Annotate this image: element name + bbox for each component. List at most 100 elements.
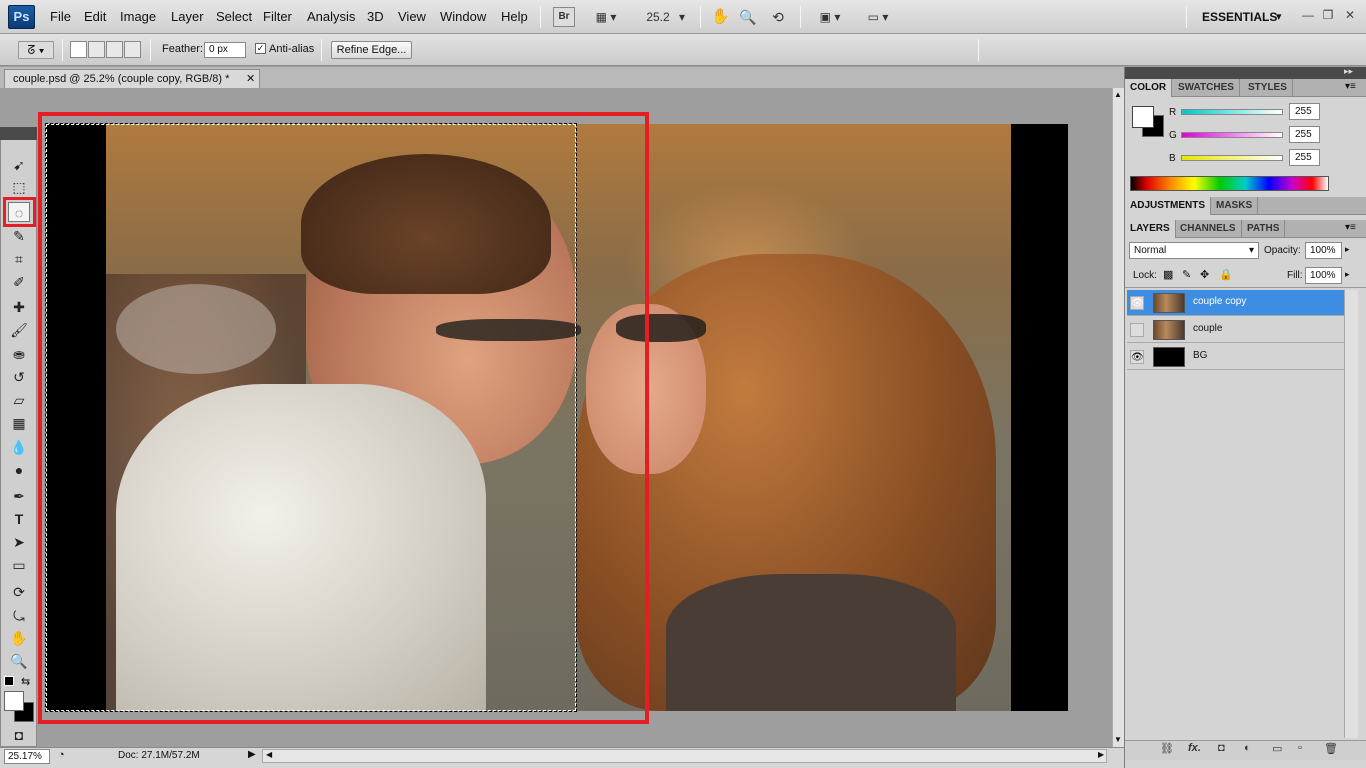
- refine-edge-button[interactable]: Refine Edge...: [331, 41, 412, 59]
- collapse-panels-icon[interactable]: ▸▸: [1344, 66, 1353, 77]
- menu-window[interactable]: Window: [440, 9, 486, 24]
- new-layer-icon[interactable]: ▫: [1298, 742, 1302, 754]
- tool-preset-picker[interactable]: ᘔ ▾: [18, 41, 54, 59]
- gradient-tool-icon[interactable]: ▦: [8, 413, 30, 433]
- vertical-scrollbar[interactable]: [1112, 88, 1124, 748]
- rotate-view-icon[interactable]: ⟲: [767, 7, 789, 27]
- panel-menu-icon[interactable]: ▾≡: [1345, 81, 1356, 92]
- tab-layers[interactable]: LAYERS: [1125, 220, 1176, 238]
- menu-layer[interactable]: Layer: [171, 9, 204, 24]
- eyedropper-tool-icon[interactable]: ✐: [8, 272, 30, 292]
- visibility-eye-icon[interactable]: 👁: [1130, 350, 1144, 364]
- fx-icon[interactable]: fx.: [1188, 742, 1201, 754]
- chevron-down-icon[interactable]: ▾: [1276, 10, 1282, 23]
- tab-adjustments[interactable]: ADJUSTMENTS: [1125, 197, 1212, 215]
- blue-value[interactable]: 255: [1289, 149, 1320, 166]
- workspace-switcher[interactable]: ESSENTIALS: [1202, 10, 1277, 24]
- menu-view[interactable]: View: [398, 9, 426, 24]
- red-track[interactable]: [1181, 109, 1283, 115]
- dodge-tool-icon[interactable]: ●: [8, 460, 30, 480]
- tab-color[interactable]: COLOR: [1125, 79, 1173, 97]
- foreground-color-chip[interactable]: [1132, 106, 1154, 128]
- eraser-tool-icon[interactable]: ▱: [8, 390, 30, 410]
- group-icon[interactable]: ▭: [1272, 742, 1282, 755]
- zoom-tool-icon[interactable]: 🔍: [8, 651, 30, 671]
- tab-paths[interactable]: PATHS: [1242, 220, 1286, 238]
- history-brush-tool-icon[interactable]: ↺: [8, 367, 30, 387]
- add-selection-icon[interactable]: [88, 41, 105, 58]
- feather-input[interactable]: 0 px: [204, 42, 246, 58]
- scroll-up-icon[interactable]: ▲: [1114, 90, 1122, 99]
- scroll-left-icon[interactable]: ◀: [266, 750, 272, 759]
- status-arrow-icon[interactable]: ▶: [248, 749, 256, 760]
- fill-arrow-icon[interactable]: ▸: [1345, 269, 1350, 280]
- type-tool-icon[interactable]: T: [8, 509, 30, 529]
- path-selection-tool-icon[interactable]: ➤: [8, 532, 30, 552]
- green-track[interactable]: [1181, 132, 1283, 138]
- intersect-selection-icon[interactable]: [124, 41, 141, 58]
- subtract-selection-icon[interactable]: [106, 41, 123, 58]
- zoom-field[interactable]: 25.17%: [4, 749, 50, 764]
- restore-icon[interactable]: ❐: [1320, 8, 1336, 22]
- quick-selection-tool-icon[interactable]: ✎: [8, 226, 30, 246]
- layers-scrollbar[interactable]: [1344, 290, 1358, 738]
- red-value[interactable]: 255: [1289, 103, 1320, 120]
- zoom-level[interactable]: 25.2: [645, 7, 671, 27]
- close-tab-icon[interactable]: ✕: [246, 72, 255, 85]
- lock-image-icon[interactable]: ✎: [1182, 268, 1191, 281]
- lock-all-icon[interactable]: 🔒: [1219, 268, 1233, 281]
- opacity-input[interactable]: 100%: [1305, 242, 1342, 259]
- scroll-right-icon[interactable]: ▶: [1098, 750, 1104, 759]
- panel-dock-header[interactable]: [1125, 67, 1366, 79]
- swap-colors-icon[interactable]: ⇆: [21, 675, 30, 688]
- panel-menu-icon[interactable]: ▾≡: [1345, 222, 1356, 233]
- tab-channels[interactable]: CHANNELS: [1175, 220, 1242, 238]
- pen-tool-icon[interactable]: ✒: [8, 486, 30, 506]
- layer-row[interactable]: 👁 couple copy: [1127, 290, 1344, 316]
- menu-edit[interactable]: Edit: [84, 9, 106, 24]
- new-selection-icon[interactable]: [70, 41, 87, 58]
- mask-icon[interactable]: ◘: [1218, 742, 1225, 754]
- menu-filter[interactable]: Filter: [263, 9, 292, 24]
- status-menu-icon[interactable]: ◔: [58, 749, 65, 761]
- clone-stamp-tool-icon[interactable]: ⛂: [8, 344, 30, 364]
- zoom-icon[interactable]: 🔍: [738, 7, 758, 27]
- move-tool-icon[interactable]: ➹: [8, 155, 30, 175]
- menu-3d[interactable]: 3D: [367, 9, 384, 24]
- quick-mask-icon[interactable]: ◘: [8, 725, 30, 745]
- adjustment-icon[interactable]: ◐: [1244, 742, 1251, 754]
- arrange-documents-icon[interactable]: ▣ ▾: [812, 7, 848, 27]
- horizontal-scrollbar[interactable]: [262, 749, 1107, 763]
- layer-name[interactable]: couple copy: [1193, 296, 1246, 307]
- brush-tool-icon[interactable]: 🖌: [8, 320, 30, 340]
- foreground-color-swatch[interactable]: [4, 691, 24, 711]
- tab-styles[interactable]: STYLES: [1243, 79, 1293, 97]
- healing-brush-tool-icon[interactable]: ✚: [8, 297, 30, 317]
- tab-swatches[interactable]: SWATCHES: [1173, 79, 1240, 97]
- fill-input[interactable]: 100%: [1305, 267, 1342, 284]
- menu-file[interactable]: File: [50, 9, 71, 24]
- visibility-eye-icon[interactable]: 👁: [1130, 296, 1144, 310]
- chevron-down-icon[interactable]: ▾: [676, 7, 688, 27]
- tab-masks[interactable]: MASKS: [1211, 197, 1259, 215]
- layer-name[interactable]: BG: [1193, 350, 1207, 361]
- document-tab[interactable]: couple.psd @ 25.2% (couple copy, RGB/8) …: [4, 69, 260, 89]
- bridge-button[interactable]: Br: [553, 7, 575, 27]
- tools-panel-header[interactable]: [0, 127, 37, 140]
- opacity-arrow-icon[interactable]: ▸: [1345, 244, 1350, 255]
- shape-tool-icon[interactable]: ▭: [8, 555, 30, 575]
- green-value[interactable]: 255: [1289, 126, 1320, 143]
- menu-image[interactable]: Image: [120, 9, 156, 24]
- close-icon[interactable]: ✕: [1342, 8, 1358, 22]
- hand-tool-icon[interactable]: ✋: [8, 628, 30, 648]
- 3d-orbit-tool-icon[interactable]: ⤿: [8, 606, 30, 626]
- hand-icon[interactable]: ✋: [710, 7, 730, 27]
- minimize-icon[interactable]: —: [1300, 8, 1316, 22]
- scroll-down-icon[interactable]: ▼: [1114, 735, 1122, 744]
- trash-icon[interactable]: 🗑: [1324, 742, 1338, 755]
- layer-row[interactable]: 👁 BG: [1127, 344, 1344, 370]
- antialias-checkbox[interactable]: ✓: [255, 43, 266, 54]
- visibility-eye-icon[interactable]: [1130, 323, 1144, 337]
- screen-mode-icon[interactable]: ▭ ▾: [860, 7, 896, 27]
- blur-tool-icon[interactable]: 💧: [8, 437, 30, 457]
